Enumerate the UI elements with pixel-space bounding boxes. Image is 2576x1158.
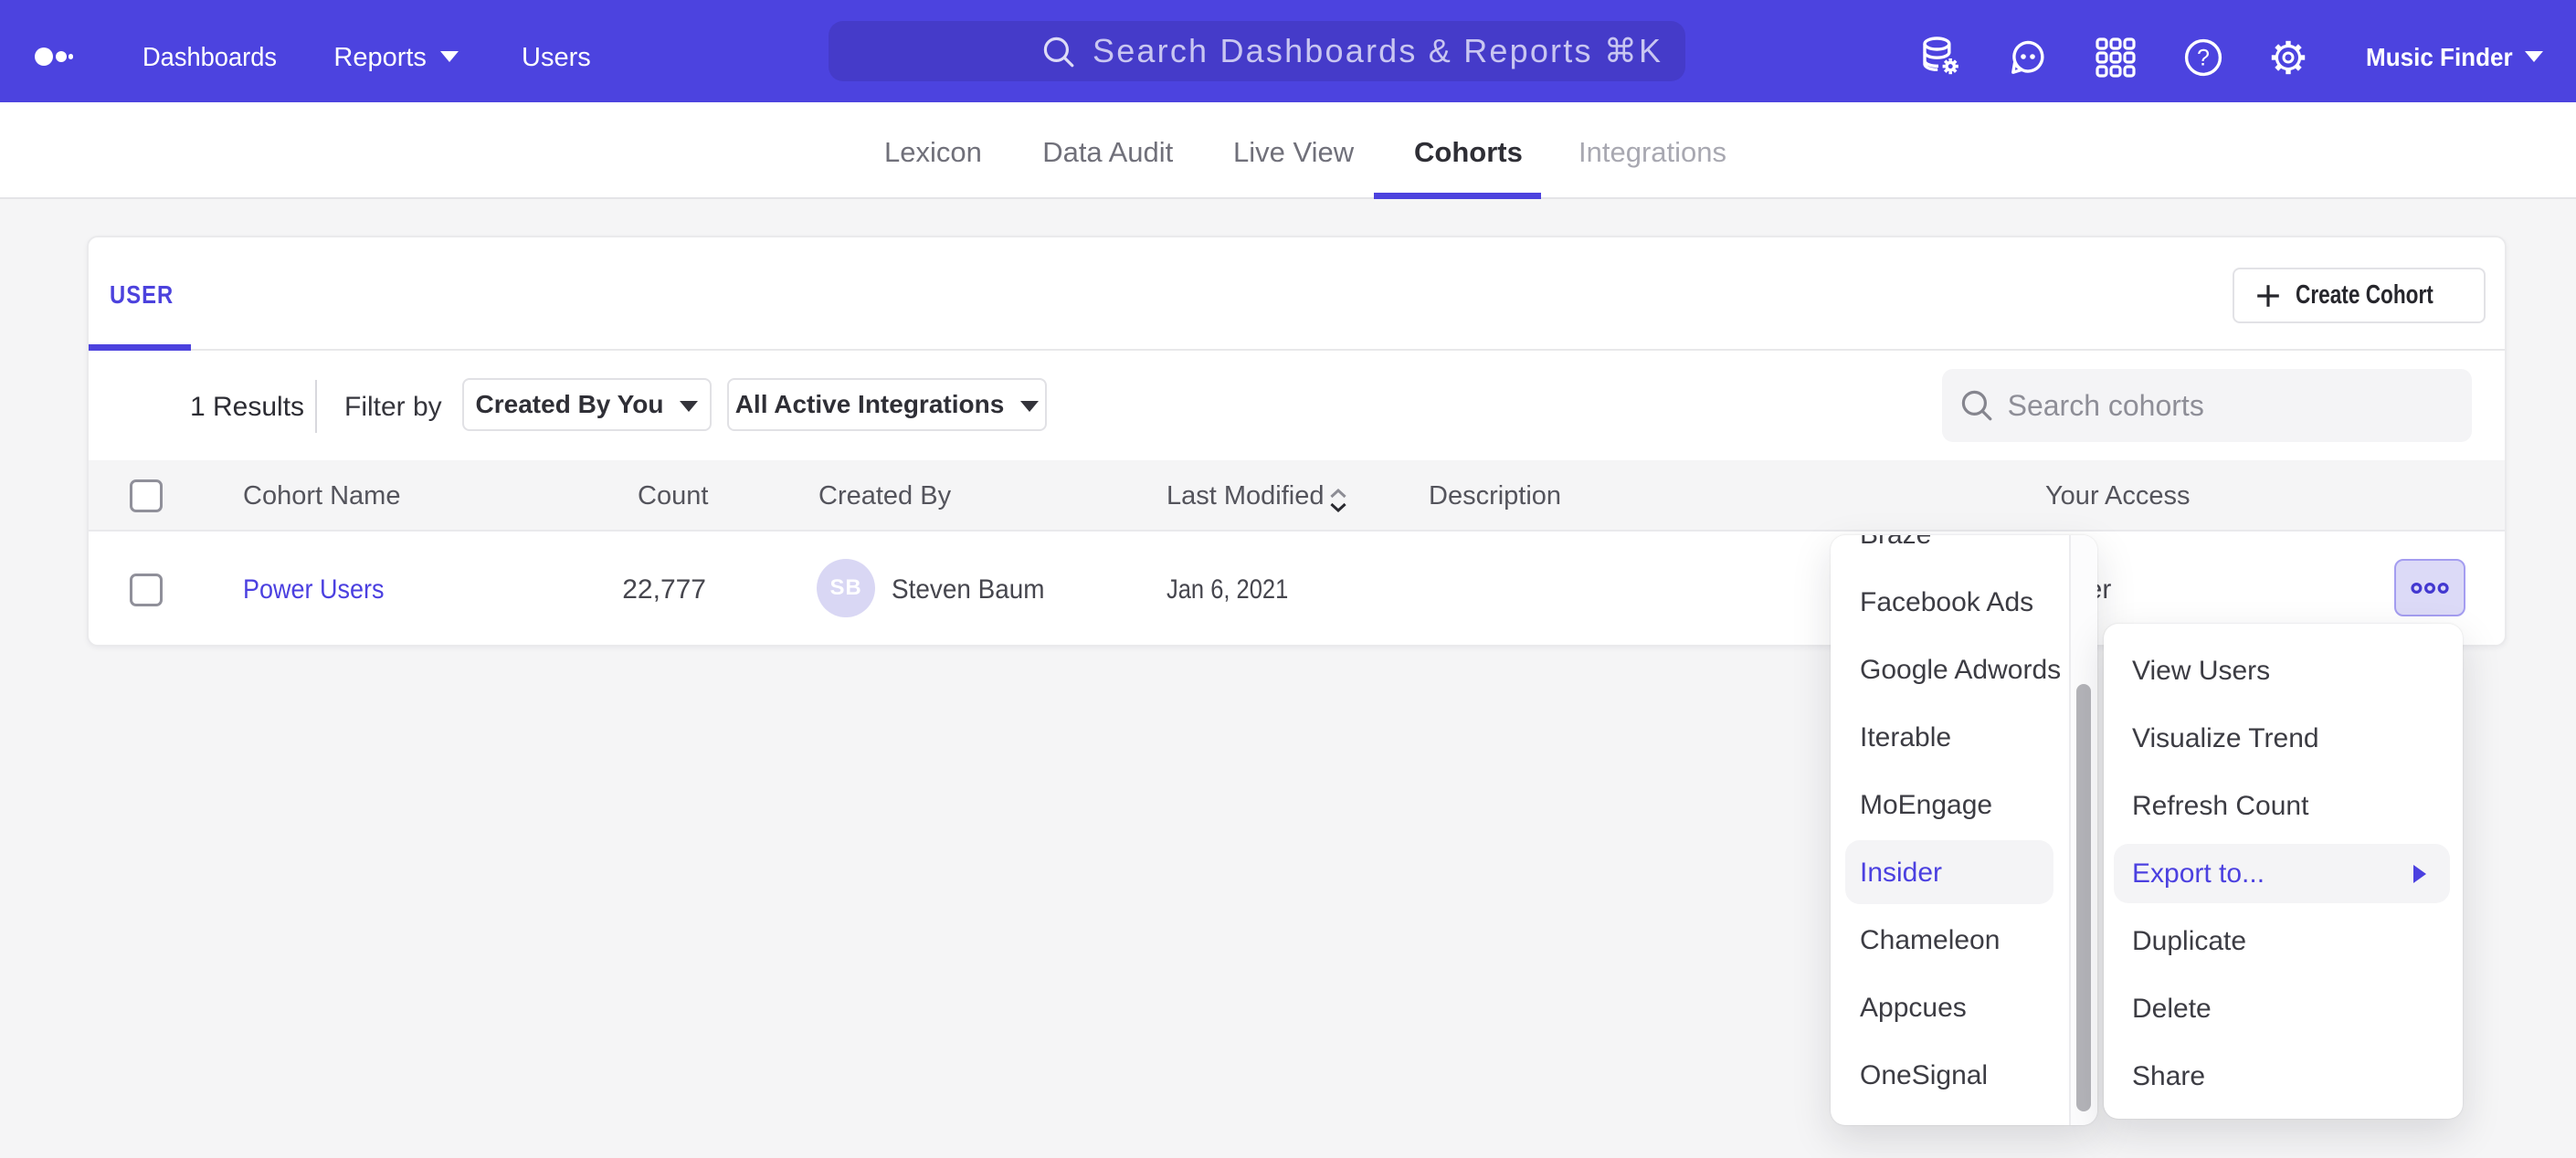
svg-text:?: ? — [2197, 46, 2210, 71]
